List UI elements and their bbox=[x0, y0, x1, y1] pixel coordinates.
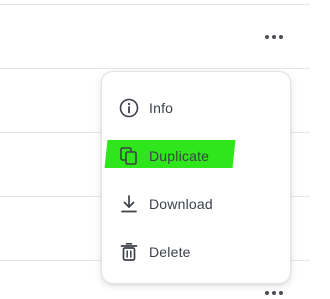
menu-item-duplicate[interactable]: Duplicate bbox=[102, 136, 290, 176]
file-list-view: Info Duplicate Download Delete bbox=[0, 0, 330, 299]
download-icon bbox=[118, 193, 140, 215]
menu-item-label: Duplicate bbox=[149, 148, 210, 164]
row-more-button[interactable] bbox=[263, 32, 285, 42]
context-menu: Info Duplicate Download Delete bbox=[101, 71, 291, 284]
duplicate-icon bbox=[118, 145, 140, 167]
row-more-button[interactable] bbox=[263, 288, 285, 298]
more-horizontal-icon bbox=[265, 35, 269, 39]
menu-item-delete[interactable]: Delete bbox=[102, 232, 290, 272]
menu-item-info[interactable]: Info bbox=[102, 88, 290, 128]
row-divider bbox=[0, 68, 310, 69]
row-divider bbox=[0, 4, 310, 5]
more-horizontal-icon bbox=[265, 291, 269, 295]
trash-icon bbox=[118, 241, 140, 263]
menu-item-label: Info bbox=[149, 100, 174, 116]
menu-item-label: Download bbox=[149, 196, 213, 212]
menu-item-label: Delete bbox=[149, 244, 191, 260]
menu-item-download[interactable]: Download bbox=[102, 184, 290, 224]
info-circle-icon bbox=[118, 97, 140, 119]
